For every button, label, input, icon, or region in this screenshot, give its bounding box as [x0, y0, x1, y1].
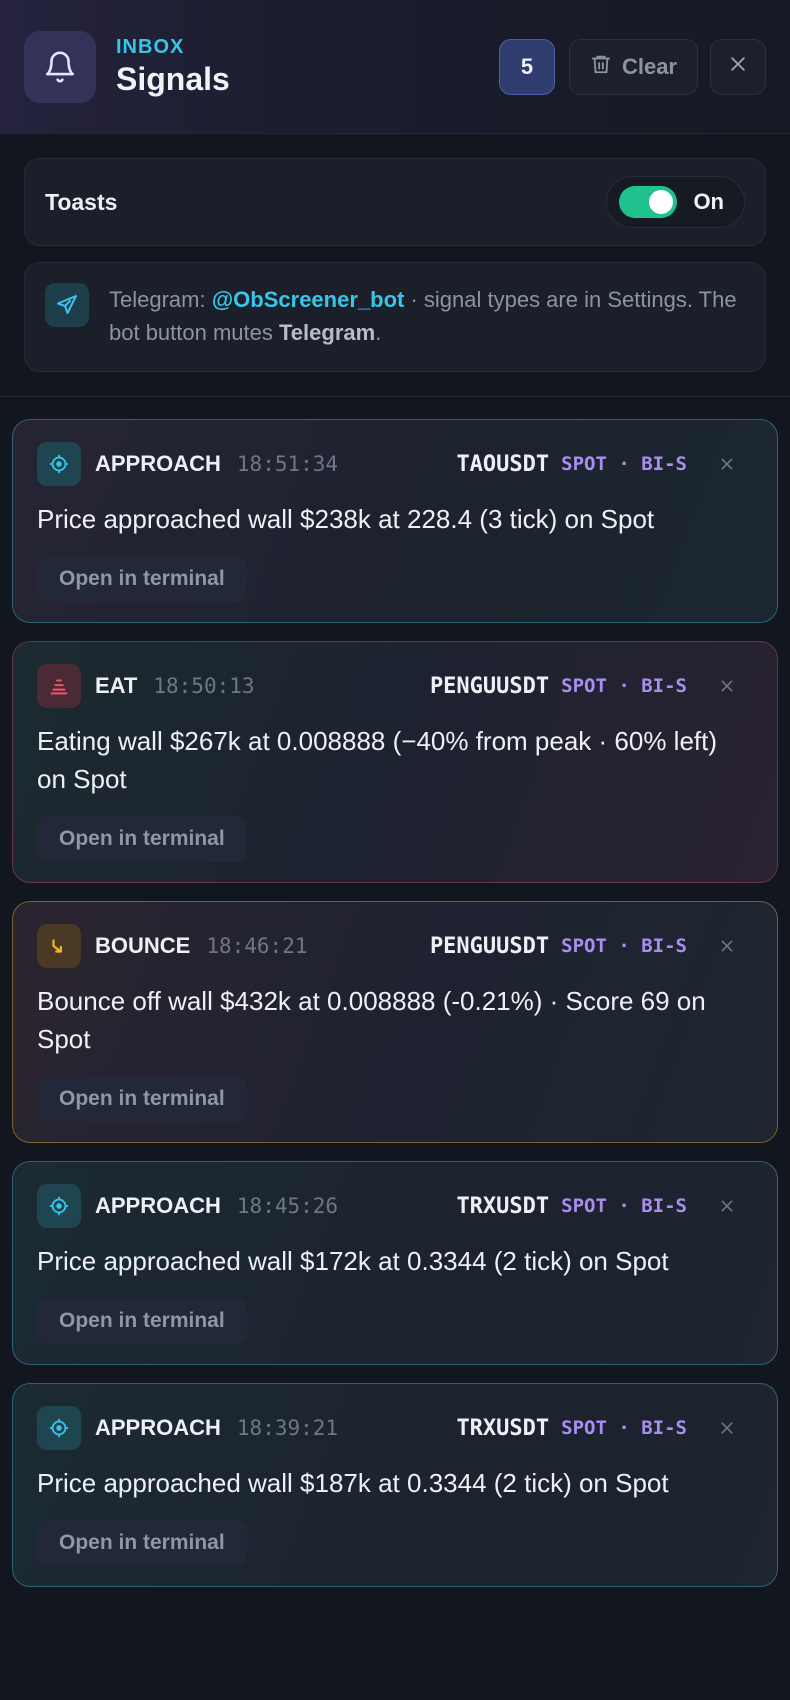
signal-card: EAT 18:50:13 PENGUUSDT SPOT · BI-S Eatin… — [12, 641, 778, 883]
open-in-terminal-button[interactable]: Open in terminal — [37, 1076, 247, 1122]
open-in-terminal-button[interactable]: Open in terminal — [37, 816, 247, 862]
telegram-send-icon — [45, 283, 89, 327]
close-panel-button[interactable] — [710, 38, 766, 95]
signal-card: APPROACH 18:39:21 TRXUSDT SPOT · BI-S Pr… — [12, 1383, 778, 1587]
open-in-terminal-button[interactable]: Open in terminal — [37, 556, 247, 602]
signal-message: Price approached wall $187k at 0.3344 (2… — [37, 1468, 669, 1498]
signal-card: BOUNCE 18:46:21 PENGUUSDT SPOT · BI-S Bo… — [12, 901, 778, 1143]
close-icon — [728, 54, 748, 79]
inbox-eyebrow: INBOX — [116, 35, 185, 58]
telegram-bot-link[interactable]: @ObScreener_bot — [212, 287, 405, 312]
signal-symbol: TRXUSDT — [456, 1415, 550, 1441]
clear-button[interactable]: Clear — [568, 38, 698, 95]
bounce-arrow-icon — [37, 924, 81, 968]
signal-symbol: PENGUUSDT — [429, 673, 550, 699]
signal-time: 18:39:21 — [236, 1416, 339, 1440]
signal-time: 18:46:21 — [206, 934, 308, 958]
page-title: Signals — [116, 60, 230, 97]
toasts-label: Toasts — [45, 188, 118, 215]
signal-symbol: TRXUSDT — [456, 1193, 550, 1219]
telegram-prefix: Telegram: — [109, 287, 212, 312]
open-in-terminal-button[interactable]: Open in terminal — [37, 1520, 247, 1566]
signal-time: 18:50:13 — [153, 674, 255, 698]
signal-market: SPOT · BI-S — [561, 1417, 687, 1439]
dismiss-signal-icon[interactable] — [715, 934, 739, 958]
signal-symbol: PENGUUSDT — [429, 933, 550, 959]
trash-icon — [590, 53, 612, 81]
signal-type: EAT — [95, 673, 138, 698]
signal-market: SPOT · BI-S — [561, 1195, 687, 1217]
toasts-toggle[interactable]: On — [606, 176, 745, 228]
signal-header: BOUNCE 18:46:21 PENGUUSDT SPOT · BI-S — [37, 924, 753, 968]
signal-time: 18:51:34 — [236, 452, 339, 476]
signal-list: APPROACH 18:51:34 TAOUSDT SPOT · BI-S Pr… — [0, 397, 790, 1587]
open-in-terminal-button[interactable]: Open in terminal — [37, 1298, 247, 1344]
signal-symbol: TAOUSDT — [456, 451, 550, 477]
signal-time: 18:45:26 — [236, 1194, 339, 1218]
settings-section: Toasts On Telegram: @ObScreener_bot · si… — [0, 134, 790, 397]
signal-message: Price approached wall $172k at 0.3344 (2… — [37, 1246, 669, 1276]
dismiss-signal-icon[interactable] — [715, 452, 739, 476]
panel-header: INBOX Signals 5 Clear — [0, 0, 790, 134]
dismiss-signal-icon[interactable] — [715, 1416, 739, 1440]
bell-icon — [24, 30, 96, 103]
signal-type: BOUNCE — [95, 933, 191, 958]
signal-header: APPROACH 18:45:26 TRXUSDT SPOT · BI-S — [37, 1184, 753, 1228]
telegram-info-text: Telegram: @ObScreener_bot · signal types… — [109, 283, 745, 349]
crosshair-icon — [37, 442, 81, 486]
telegram-suffix: . — [375, 320, 382, 345]
telegram-strong: Telegram — [279, 320, 376, 345]
crosshair-icon — [37, 1184, 81, 1228]
signal-market: SPOT · BI-S — [561, 675, 687, 697]
signal-header: APPROACH 18:39:21 TRXUSDT SPOT · BI-S — [37, 1406, 753, 1450]
dismiss-signal-icon[interactable] — [715, 674, 739, 698]
signal-type: APPROACH — [95, 451, 221, 476]
signal-card: APPROACH 18:51:34 TAOUSDT SPOT · BI-S Pr… — [12, 419, 778, 623]
dismiss-signal-icon[interactable] — [715, 1194, 739, 1218]
signal-type: APPROACH — [95, 1415, 221, 1440]
signals-panel: INBOX Signals 5 Clear Toasts On Telegram… — [0, 0, 790, 1700]
crosshair-icon — [37, 1406, 81, 1450]
clear-label: Clear — [621, 53, 677, 79]
signal-message: Eating wall $267k at 0.008888 (−40% from… — [37, 726, 718, 794]
signal-market: SPOT · BI-S — [561, 453, 687, 475]
toasts-setting: Toasts On — [24, 158, 766, 246]
signal-header: APPROACH 18:51:34 TAOUSDT SPOT · BI-S — [37, 442, 753, 486]
signal-card: APPROACH 18:45:26 TRXUSDT SPOT · BI-S Pr… — [12, 1161, 778, 1365]
toggle-knob — [649, 190, 674, 214]
signal-message: Price approached wall $238k at 228.4 (3 … — [37, 504, 655, 534]
toggle-state-label: On — [693, 189, 724, 214]
title-group: INBOX Signals — [116, 36, 499, 98]
signal-count-badge: 5 — [498, 38, 555, 95]
toggle-switch[interactable] — [619, 186, 678, 218]
signal-header: EAT 18:50:13 PENGUUSDT SPOT · BI-S — [37, 664, 753, 708]
signal-type: APPROACH — [95, 1193, 221, 1218]
stack-icon — [37, 664, 81, 708]
telegram-info: Telegram: @ObScreener_bot · signal types… — [24, 262, 766, 372]
signal-message: Bounce off wall $432k at 0.008888 (-0.21… — [37, 986, 706, 1054]
signal-market: SPOT · BI-S — [561, 935, 687, 957]
